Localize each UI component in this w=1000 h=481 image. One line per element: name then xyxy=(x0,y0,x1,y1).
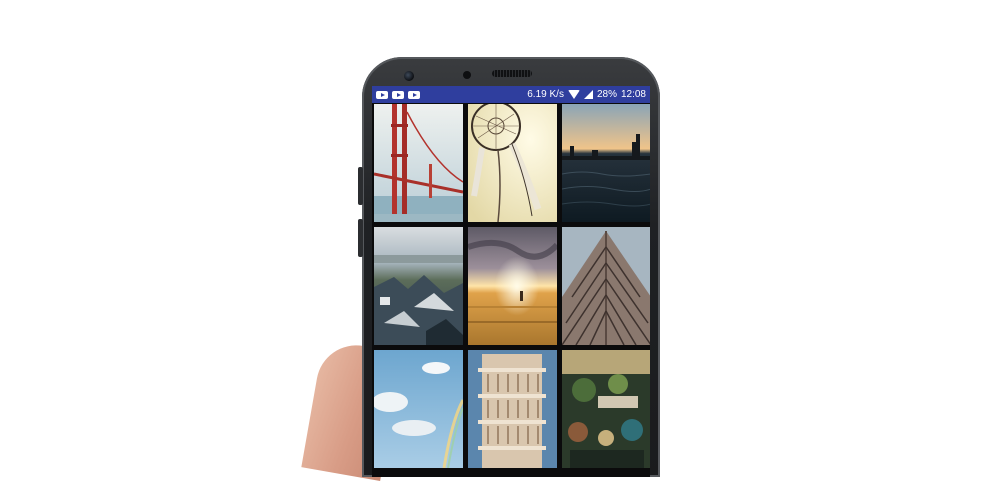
status-indicators: 6.19 K/s 28% 12:08 xyxy=(527,89,646,100)
signal-icon xyxy=(583,90,593,99)
photo-sunset-field[interactable] xyxy=(468,227,557,345)
network-speed: 6.19 K/s xyxy=(527,89,564,100)
front-camera xyxy=(404,71,414,81)
wifi-icon xyxy=(567,90,580,99)
photo-grid xyxy=(372,103,650,468)
power-button xyxy=(358,219,363,257)
phone-screen: 6.19 K/s 28% 12:08 xyxy=(372,86,650,477)
youtube-icon xyxy=(408,90,420,99)
photo-golden-gate-bridge[interactable] xyxy=(374,104,463,222)
photo-food-market[interactable] xyxy=(562,350,650,468)
proximity-sensor xyxy=(463,71,471,79)
phone-frame: 6.19 K/s 28% 12:08 xyxy=(358,57,660,477)
photo-building-facade[interactable] xyxy=(562,227,650,345)
battery-level: 28% xyxy=(596,89,617,100)
youtube-icon xyxy=(376,90,388,99)
photo-leaning-tower[interactable] xyxy=(468,350,557,468)
status-bar: 6.19 K/s 28% 12:08 xyxy=(372,86,650,103)
photo-rooftops-town[interactable] xyxy=(374,227,463,345)
clock: 12:08 xyxy=(620,89,646,100)
photo-sky-rainbow[interactable] xyxy=(374,350,463,468)
youtube-icon xyxy=(392,90,404,99)
earpiece-speaker xyxy=(492,70,532,77)
notification-icons xyxy=(376,90,420,99)
volume-button xyxy=(358,167,363,205)
photo-city-skyline-over-water[interactable] xyxy=(562,104,650,222)
photo-dreamcatcher[interactable] xyxy=(468,104,557,222)
